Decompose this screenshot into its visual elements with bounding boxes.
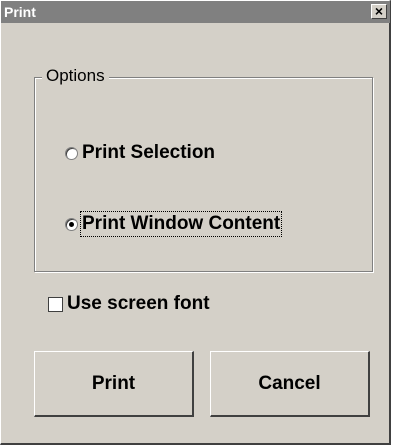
options-group	[34, 77, 373, 272]
cancel-button[interactable]: Cancel	[210, 351, 370, 417]
print-selection-label: Print Selection	[82, 142, 216, 163]
print-window-content-label: Print Window Content	[79, 211, 283, 237]
window-title: Print	[4, 4, 36, 20]
print-button[interactable]: Print	[34, 351, 194, 417]
print-dialog: Print × Options Print Selection Print Wi…	[0, 0, 391, 445]
title-bar[interactable]: Print ×	[1, 1, 390, 23]
use-screen-font-label: Use screen font	[67, 293, 210, 314]
print-selection-radio[interactable]: Print Selection	[65, 142, 215, 164]
use-screen-font-checkbox[interactable]: Use screen font	[48, 293, 210, 315]
close-button[interactable]: ×	[371, 3, 387, 19]
options-legend: Options	[42, 65, 109, 87]
radio-selected-icon	[65, 217, 78, 231]
radio-icon	[65, 146, 78, 160]
close-icon: ×	[374, 3, 384, 19]
checkbox-icon	[48, 296, 63, 312]
print-window-content-radio[interactable]: Print Window Content	[65, 211, 283, 237]
